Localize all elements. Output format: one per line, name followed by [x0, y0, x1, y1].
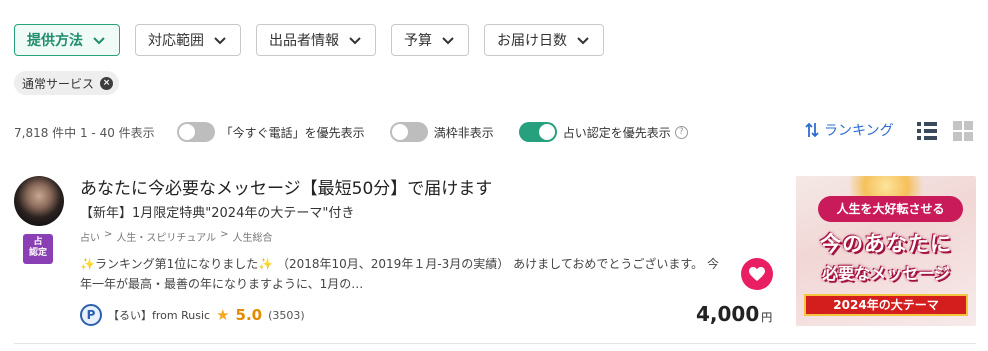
- sort-icon: [805, 122, 819, 138]
- service-listing-card[interactable]: 占 認定 あなたに今必要なメッセージ【最短50分】で届けます 【新年】1月限定特…: [14, 170, 976, 340]
- thumbnail-text: 2024年の大テーマ: [804, 294, 968, 316]
- listing-subtitle: 【新年】1月限定特典"2024年の大テーマ"付き: [80, 206, 355, 221]
- breadcrumb: 占い > 人生・スピリチュアル > 人生総合: [80, 229, 272, 244]
- chevron-down-icon: [442, 37, 454, 45]
- heart-icon: [749, 267, 765, 281]
- toggle-label: 占い認定を優先表示: [562, 125, 671, 140]
- currency: 円: [761, 311, 773, 324]
- filter-label: 出品者情報: [269, 33, 339, 49]
- filter-label: 提供方法: [27, 33, 83, 49]
- toggle-switch[interactable]: [389, 122, 428, 142]
- breadcrumb-item[interactable]: 人生総合: [232, 229, 272, 244]
- toggle-label: 満枠非表示: [433, 125, 494, 140]
- chevron-down-icon: [214, 37, 226, 45]
- price-value: 4,000: [696, 302, 760, 326]
- toggle-switch[interactable]: [176, 122, 215, 142]
- thumbnail-text: 人生を大好転させる: [818, 196, 963, 222]
- filter-coverage[interactable]: 対応範囲: [135, 24, 241, 56]
- filter-label: 予算: [404, 33, 432, 49]
- star-icon: ★: [216, 306, 230, 324]
- listing-thumbnail[interactable]: 人生を大好転させる 今のあなたに 必要なメッセージ 2024年の大テーマ: [796, 176, 976, 326]
- toggle-certified-priority[interactable]: 占い認定を優先表示 ?: [518, 122, 688, 142]
- active-filter-tag: 通常サービス ×: [14, 71, 120, 95]
- list-view-icon[interactable]: [916, 120, 938, 142]
- certified-badge: 占 認定: [23, 234, 53, 264]
- listing-title[interactable]: あなたに今必要なメッセージ【最短50分】で届けます: [80, 174, 492, 199]
- ranking-label: ランキング: [824, 123, 894, 139]
- breadcrumb-item[interactable]: 人生・スピリチュアル: [116, 229, 216, 244]
- divider: [14, 343, 976, 344]
- favorite-button[interactable]: [741, 258, 773, 290]
- review-count: (3503): [268, 308, 305, 322]
- chevron-down-icon: [93, 37, 105, 45]
- filter-delivery-method[interactable]: 提供方法: [14, 24, 120, 56]
- grid-view-icon[interactable]: [952, 120, 974, 142]
- ranking-sort-link[interactable]: ランキング: [804, 120, 894, 140]
- seller-name[interactable]: 【るい】from Rusic: [108, 307, 210, 323]
- seller-info: P 【るい】from Rusic ★ 5.0 (3503): [80, 304, 305, 326]
- filter-delivery-days[interactable]: お届け日数: [484, 24, 604, 56]
- results-toolbar: 7,818 件中 1 - 40 件表示 「今すぐ電話」を優先表示 満枠非表示 占…: [14, 120, 976, 144]
- result-count: 7,818 件中 1 - 40 件表示: [14, 125, 155, 140]
- rating-value: 5.0: [235, 306, 263, 324]
- filter-label: 対応範囲: [148, 33, 204, 49]
- filter-seller-info[interactable]: 出品者情報: [256, 24, 376, 56]
- filter-budget[interactable]: 予算: [391, 24, 469, 56]
- thumbnail-text: 今のあなたに: [820, 232, 952, 256]
- breadcrumb-item[interactable]: 占い: [80, 229, 100, 244]
- filter-bar: 提供方法 対応範囲 出品者情報 予算 お届け日数: [14, 24, 604, 56]
- tag-label: 通常サービス: [22, 76, 95, 91]
- price: 4,000 円: [696, 302, 772, 326]
- breadcrumb-separator: >: [104, 229, 113, 240]
- seller-avatar[interactable]: [14, 176, 64, 226]
- seller-rank-icon: P: [80, 304, 102, 326]
- toggle-hide-full[interactable]: 満枠非表示: [389, 122, 494, 142]
- thumbnail-text: 必要なメッセージ: [822, 264, 950, 283]
- toggle-label: 「今すぐ電話」を優先表示: [220, 125, 365, 140]
- toggle-phone-priority[interactable]: 「今すぐ電話」を優先表示: [176, 122, 365, 142]
- listing-description: ✨ランキング第1位になりました✨ （2018年10月、2019年１月-3月の実績…: [80, 257, 719, 291]
- remove-tag-icon[interactable]: ×: [100, 76, 114, 90]
- toggle-switch[interactable]: [518, 122, 557, 142]
- chevron-down-icon: [577, 37, 589, 45]
- breadcrumb-separator: >: [220, 229, 229, 240]
- filter-label: お届け日数: [497, 33, 567, 49]
- chevron-down-icon: [349, 37, 361, 45]
- help-icon[interactable]: ?: [674, 125, 688, 139]
